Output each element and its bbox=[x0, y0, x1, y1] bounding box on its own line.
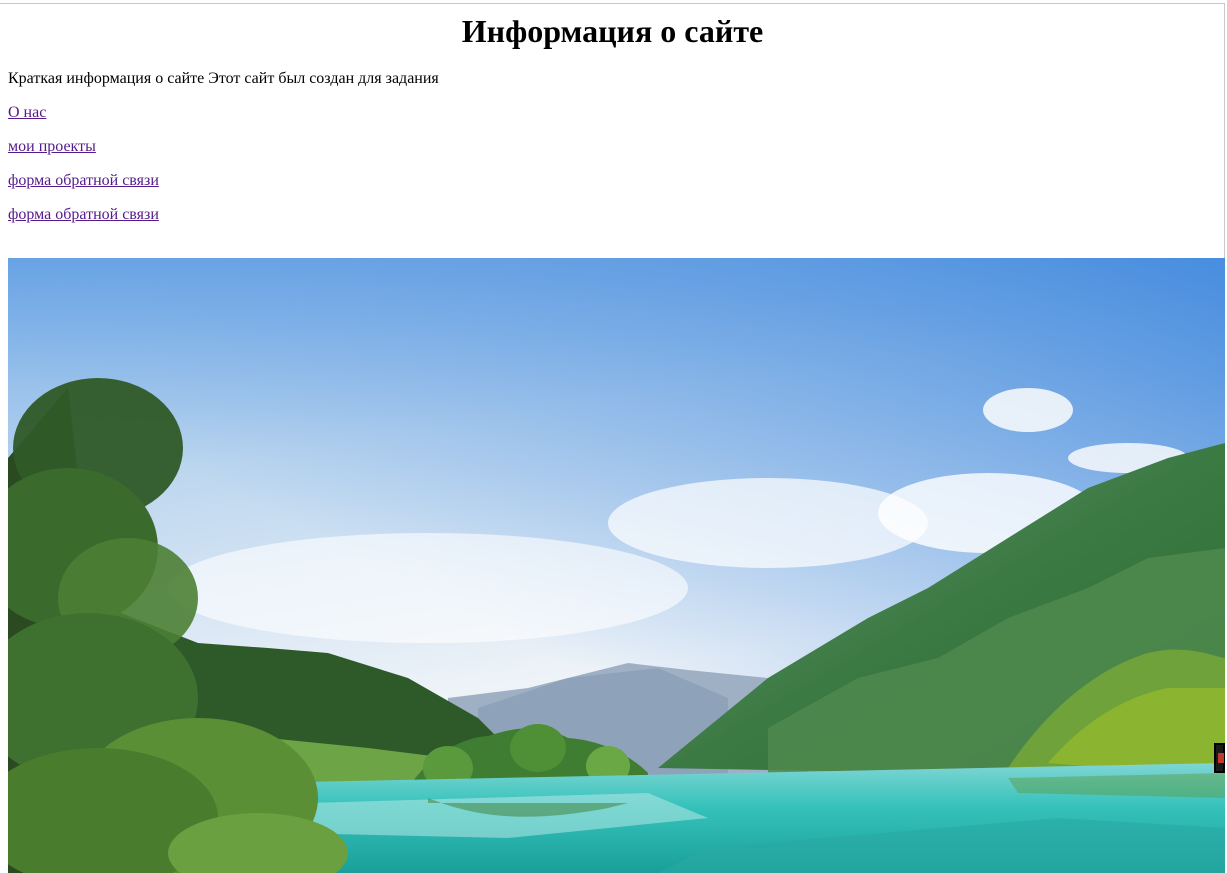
page-title: Информация о сайте bbox=[461, 13, 764, 49]
link-feedback-form[interactable]: форма обратной связи bbox=[8, 172, 159, 190]
scroll-marker-icon bbox=[1214, 743, 1225, 773]
intro-text: Краткая информация о сайте Этот сайт был… bbox=[8, 70, 439, 87]
link-about[interactable]: О нас bbox=[8, 104, 46, 122]
hero-image bbox=[8, 258, 1225, 873]
link-my-projects[interactable]: мои проекты bbox=[8, 138, 96, 156]
link-feedback-form-2[interactable]: форма обратной связи bbox=[8, 206, 159, 224]
landscape-picture bbox=[8, 258, 1225, 873]
